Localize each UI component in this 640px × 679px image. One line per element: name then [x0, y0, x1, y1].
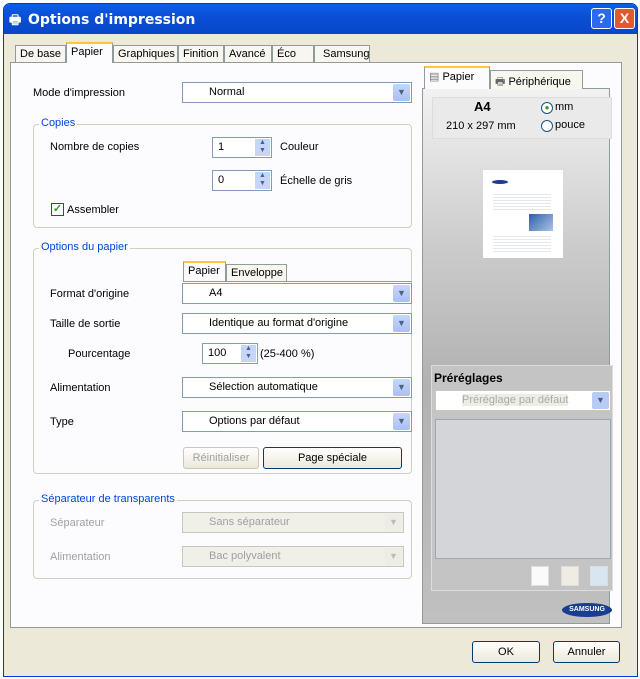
dialog-title: Options d'impression	[28, 12, 196, 28]
chevron-down-icon: ▼	[592, 392, 609, 409]
chevron-down-icon: ▼	[393, 315, 410, 332]
output-size-select[interactable]: Identique au format d'origine ▼	[182, 313, 412, 334]
paper-dims: 210 x 297 mm	[446, 120, 516, 132]
inner-tab-papier[interactable]: Papier	[183, 261, 226, 281]
inner-tab-enveloppe[interactable]: Enveloppe	[226, 264, 287, 281]
spinner-arrows-icon[interactable]: ▲ ▼	[241, 345, 256, 362]
chevron-down-icon: ▼	[393, 413, 410, 430]
chevron-down-icon: ▼	[385, 514, 402, 531]
unit-inch-radio[interactable]	[541, 120, 553, 132]
paper-options-legend: Options du papier	[39, 241, 130, 253]
samsung-logo-icon	[492, 180, 508, 184]
copies-label: Nombre de copies	[50, 141, 140, 153]
color-label: Couleur	[280, 141, 319, 153]
printer-icon: 🖶	[495, 76, 509, 88]
separator-legend: Séparateur de transparents	[39, 493, 177, 505]
inner-tab-line	[183, 281, 412, 282]
new-preset-icon[interactable]	[531, 566, 549, 586]
reset-button[interactable]: Réinitialiser	[183, 447, 259, 469]
separator-select[interactable]: Sans séparateur ▼	[182, 512, 404, 533]
chevron-down-icon: ▼	[393, 84, 410, 101]
source-label: Alimentation	[50, 382, 111, 394]
percent-spinner[interactable]: 100 ▲ ▼	[202, 343, 258, 364]
gray-copies-spinner[interactable]: 0 ▲ ▼	[212, 170, 272, 191]
color-copies-spinner[interactable]: 1 ▲ ▼	[212, 137, 272, 158]
page-preview	[483, 170, 563, 258]
paper-size: A4	[474, 99, 491, 114]
output-size-label: Taille de sortie	[50, 318, 121, 330]
tab-eco[interactable]: Éco	[272, 45, 314, 63]
title-bar: 🖶 Options d'impression	[4, 4, 637, 34]
collate-checkbox[interactable]: ✓	[51, 203, 64, 216]
tab-de-base[interactable]: De base	[15, 45, 66, 63]
presets-value: Préréglage par défaut	[462, 394, 569, 406]
tab-graphiques[interactable]: Graphiques	[113, 45, 178, 63]
grayscale-label: Échelle de gris	[280, 175, 353, 187]
chevron-down-icon: ▼	[393, 285, 410, 302]
tab-finition[interactable]: Finition	[178, 45, 224, 63]
source-select[interactable]: Sélection automatique ▼	[182, 377, 412, 398]
format-label: Format d'origine	[50, 288, 130, 300]
presets-title: Préréglages	[434, 371, 503, 385]
chevron-down-icon: ▼	[393, 379, 410, 396]
copies-legend: Copies	[39, 117, 78, 129]
type-label: Type	[50, 416, 74, 428]
percent-range: (25-400 %)	[260, 348, 315, 360]
samsung-logo-text: SAMSUNG	[569, 606, 605, 613]
type-select[interactable]: Options par défaut ▼	[182, 411, 412, 432]
mode-label: Mode d'impression	[33, 87, 125, 99]
cancel-button[interactable]: Annuler	[553, 641, 620, 663]
preview-tab-papier[interactable]: ▤ Papier	[424, 66, 490, 89]
mode-select[interactable]: Normal ▼	[182, 82, 412, 103]
unit-mm-label: mm	[555, 101, 574, 113]
percent-label: Pourcentage	[68, 348, 131, 360]
special-page-button[interactable]: Page spéciale	[263, 447, 402, 469]
printer-icon: 🖶	[9, 13, 22, 28]
separator-label: Séparateur	[50, 517, 105, 529]
presets-list[interactable]	[435, 419, 611, 559]
color-copies-value: 1	[218, 141, 225, 153]
tab-avance[interactable]: Avancé	[224, 45, 272, 63]
separator-source-select[interactable]: Bac polyvalent ▼	[182, 546, 404, 567]
delete-preset-icon[interactable]	[590, 566, 608, 586]
type-value: Options par défaut	[209, 415, 300, 427]
format-value: A4	[209, 287, 223, 299]
samsung-logo: SAMSUNG	[562, 603, 612, 617]
separator-source-value: Bac polyvalent	[209, 550, 281, 562]
page-icon: ▤	[429, 71, 443, 83]
unit-mm-radio[interactable]: ●	[541, 102, 553, 114]
tab-papier[interactable]: Papier	[66, 42, 113, 63]
preview-tab-peripherique-label: Périphérique	[508, 76, 571, 88]
output-size-value: Identique au format d'origine	[209, 317, 349, 329]
save-preset-icon[interactable]	[561, 566, 579, 586]
source-value: Sélection automatique	[209, 381, 318, 393]
collate-label: Assembler	[67, 204, 119, 216]
preview-text-lines	[493, 234, 551, 254]
preview-text-lines	[493, 192, 551, 212]
ok-button[interactable]: OK	[472, 641, 540, 663]
spinner-arrows-icon[interactable]: ▲ ▼	[255, 139, 270, 156]
unit-inch-label: pouce	[555, 119, 585, 131]
preview-tab-peripherique[interactable]: 🖶 Périphérique	[490, 70, 583, 89]
separator-source-label: Alimentation	[50, 551, 111, 563]
mode-value: Normal	[209, 86, 245, 98]
separator-value: Sans séparateur	[209, 516, 290, 528]
preview-tab-papier-label: Papier	[442, 71, 475, 83]
gray-copies-value: 0	[218, 174, 225, 186]
help-button[interactable]: ?	[591, 8, 612, 29]
format-select[interactable]: A4 ▼	[182, 283, 412, 304]
paper-info-box	[432, 97, 612, 139]
preview-image	[529, 214, 553, 231]
presets-select[interactable]: Préréglage par défaut ▼	[435, 390, 611, 411]
percent-value: 100	[208, 347, 227, 359]
tab-samsung[interactable]: Samsung	[314, 45, 370, 63]
spinner-arrows-icon[interactable]: ▲ ▼	[255, 172, 270, 189]
chevron-down-icon: ▼	[385, 548, 402, 565]
close-button[interactable]: X	[614, 8, 635, 29]
